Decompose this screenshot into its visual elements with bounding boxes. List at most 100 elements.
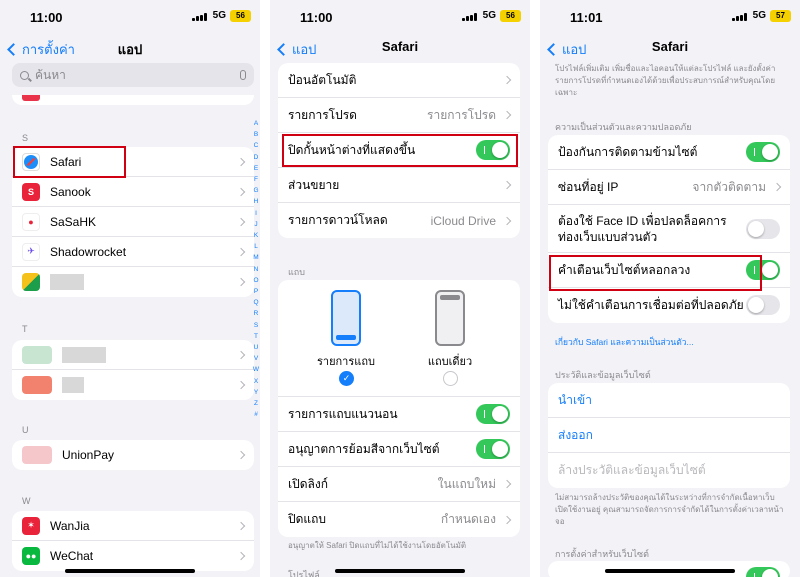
blurred-label: [62, 346, 106, 363]
site-toggle[interactable]: [746, 567, 780, 577]
app-row-sasahk[interactable]: ● SaSaHK: [12, 207, 254, 237]
row-autofill[interactable]: ป้อนอัตโนมัติ: [278, 63, 520, 98]
index-letter[interactable]: G: [252, 185, 260, 196]
index-letter[interactable]: S: [252, 320, 260, 331]
index-letter[interactable]: V: [252, 353, 260, 364]
insecure-warning-toggle[interactable]: [746, 295, 780, 315]
list-group-t: [12, 340, 254, 400]
radio-empty-icon[interactable]: [443, 371, 458, 386]
tab-bar-phone-icon[interactable]: [331, 290, 361, 346]
nav-bar: แอป การตั้งค่า: [0, 36, 260, 60]
app-row-blurred[interactable]: [12, 370, 254, 400]
list-group-w: ✶ WanJia ●● WeChat: [12, 511, 254, 571]
profiles-note: โปรไฟล์เพิ่มเติม เพิ่มชื่อและไอคอนให้แต่…: [555, 64, 776, 97]
index-letter[interactable]: F: [252, 174, 260, 185]
list-group-prev: [12, 95, 254, 105]
row-website-tinting: อนุญาตการย้อมสีจากเว็บไซต์: [278, 432, 520, 467]
app-row-wanjia[interactable]: ✶ WanJia: [12, 511, 254, 541]
row-hide-ip[interactable]: ซ่อนที่อยู่ IP จากตัวติดตาม: [548, 170, 790, 205]
index-letter[interactable]: Y: [252, 387, 260, 398]
index-letter[interactable]: #: [252, 409, 260, 420]
row-downloads[interactable]: รายการดาวน์โหลด iCloud Drive: [278, 203, 520, 238]
index-letter[interactable]: E: [252, 163, 260, 174]
sanook-icon: S: [22, 182, 40, 201]
chevron-right-icon: [236, 380, 246, 390]
privacy-link[interactable]: เกี่ยวกับ Safari และความเป็นส่วนตัว...: [555, 335, 694, 349]
prevent-tracking-toggle[interactable]: [746, 142, 780, 162]
index-letter[interactable]: C: [252, 140, 260, 151]
app-row-wechat[interactable]: ●● WeChat: [12, 541, 254, 571]
tab-option-label: รายการแถบ: [316, 356, 375, 368]
back-button[interactable]: แอป: [546, 39, 586, 60]
face-id-toggle[interactable]: [746, 219, 780, 239]
website-tinting-toggle[interactable]: [476, 439, 510, 459]
app-row-blurred[interactable]: [12, 267, 254, 297]
home-indicator: [605, 569, 735, 573]
index-letter[interactable]: L: [252, 241, 260, 252]
chevron-left-icon: [277, 43, 290, 56]
index-letter[interactable]: I: [252, 208, 260, 219]
nav-bar: Safari แอป: [540, 36, 800, 60]
row-favorites[interactable]: รายการโปรด รายการโปรด: [278, 98, 520, 133]
row-close-tabs[interactable]: ปิดแถบ กำหนดเอง: [278, 502, 520, 537]
index-letter[interactable]: W: [252, 364, 260, 375]
row-extensions[interactable]: ส่วนขยาย: [278, 168, 520, 203]
network-label: 5G: [752, 10, 766, 21]
index-letter[interactable]: J: [252, 219, 260, 230]
index-letter[interactable]: M: [252, 252, 260, 263]
clear-history-button[interactable]: ล้างประวัติและข้อมูลเว็บไซต์: [548, 453, 790, 488]
index-letter[interactable]: U: [252, 342, 260, 353]
rocket-icon: ✈: [22, 242, 40, 261]
safari-settings-screen: 11:00 5G 56 Safari แอป ป้อนอัตโนมัติ ราย…: [270, 0, 530, 577]
index-letter[interactable]: X: [252, 376, 260, 387]
checkmark-icon[interactable]: ✓: [339, 371, 354, 386]
import-button[interactable]: นำเข้า: [548, 383, 790, 418]
tab-layout-picker: รายการแถบ แถบเดี่ยว ✓: [278, 280, 520, 397]
row-landscape-tab-bar: รายการแถบแนวนอน: [278, 397, 520, 432]
signal-icon: [732, 13, 748, 21]
home-indicator: [335, 569, 465, 573]
blurred-label: [62, 377, 84, 393]
apps-list-screen: 11:00 5G 56 แอป การตั้งค่า ค้นหา S Safar…: [0, 0, 260, 577]
index-letter[interactable]: D: [252, 152, 260, 163]
network-label: 5G: [212, 10, 226, 21]
index-letter[interactable]: A: [252, 118, 260, 129]
landscape-tab-bar-toggle[interactable]: [476, 404, 510, 424]
index-letter[interactable]: T: [252, 331, 260, 342]
single-tab-phone-icon[interactable]: [435, 290, 465, 346]
signal-icon: [462, 13, 478, 21]
alphabet-index[interactable]: A B C D E F G H I J K L M N O P Q R S T U V W X Y Z #: [252, 118, 260, 420]
index-letter[interactable]: P: [252, 286, 260, 297]
status-bar: 11:00 5G 56: [0, 0, 260, 34]
chevron-right-icon: [772, 182, 782, 192]
index-letter[interactable]: K: [252, 230, 260, 241]
app-row-unionpay[interactable]: UnionPay: [12, 440, 254, 470]
chevron-right-icon: [236, 350, 246, 359]
status-bar: 11:00 5G 56: [270, 0, 530, 34]
row-open-links[interactable]: เปิดลิงก์ ในแถบใหม่: [278, 467, 520, 502]
index-letter[interactable]: B: [252, 129, 260, 140]
section-header-s: S: [22, 133, 29, 143]
back-button[interactable]: แอป: [276, 39, 316, 60]
status-bar: 11:01 5G 57: [540, 0, 800, 34]
index-letter[interactable]: R: [252, 308, 260, 319]
app-icon: [22, 95, 40, 101]
back-button[interactable]: การตั้งค่า: [6, 39, 75, 60]
index-letter[interactable]: O: [252, 275, 260, 286]
row-insecure-warning: ไม่ใช้คำเตือนการเชื่อมต่อที่ปลอดภัย: [548, 288, 790, 323]
section-header-w: W: [22, 496, 31, 506]
clock: 11:01: [570, 10, 603, 25]
chevron-right-icon: [236, 277, 246, 287]
app-row-sanook[interactable]: S Sanook: [12, 177, 254, 207]
index-letter[interactable]: N: [252, 264, 260, 275]
search-input[interactable]: ค้นหา: [12, 63, 254, 87]
app-row-shadowrocket[interactable]: ✈ Shadowrocket: [12, 237, 254, 267]
app-row-blurred[interactable]: [12, 340, 254, 370]
microphone-icon[interactable]: [240, 70, 246, 80]
chevron-right-icon: [502, 515, 512, 524]
index-letter[interactable]: H: [252, 196, 260, 207]
index-letter[interactable]: Q: [252, 297, 260, 308]
export-button[interactable]: ส่งออก: [548, 418, 790, 453]
settings-group-privacy: ป้องกันการติดตามข้ามไซต์ ซ่อนที่อยู่ IP จ…: [548, 135, 790, 323]
index-letter[interactable]: Z: [252, 398, 260, 409]
